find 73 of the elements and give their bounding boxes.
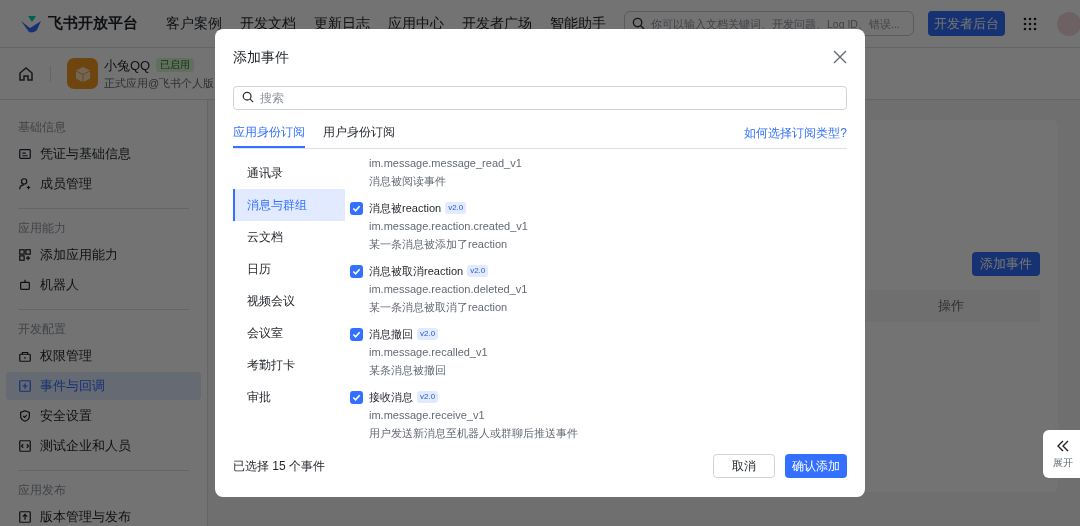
app-subtitle: 正式应用@飞书个人版: [104, 76, 215, 91]
console-button[interactable]: 开发者后台: [928, 11, 1005, 36]
version-badge: v2.0: [417, 328, 439, 340]
sidebar-item[interactable]: 版本管理与发布: [6, 503, 201, 526]
version-badge: v2.0: [417, 391, 439, 403]
event-code: im.message.message_read_v1: [369, 157, 523, 171]
search-field[interactable]: 搜索: [233, 86, 847, 110]
brand-name[interactable]: 飞书开放平台: [48, 12, 138, 35]
double-chevron-left-icon: [1056, 438, 1070, 453]
search-icon: [632, 16, 645, 30]
sidebar-item[interactable]: 事件与回调: [6, 372, 201, 400]
code-icon: [18, 439, 32, 453]
event-name: 消息被reaction: [369, 200, 442, 216]
sidebar-item[interactable]: 添加应用能力: [6, 241, 201, 269]
category-item[interactable]: 审批: [233, 381, 345, 413]
upload-icon: [18, 510, 32, 524]
add-event-button[interactable]: 添加事件: [972, 252, 1040, 276]
category-item[interactable]: 考勤打卡: [233, 349, 345, 381]
checkbox[interactable]: [350, 201, 363, 215]
dialog-title: 添加事件: [233, 47, 289, 67]
event-name: 接收消息: [369, 389, 413, 405]
event-description: 某一条消息被添加了reaction: [369, 237, 509, 252]
event-description: 消息被阅读事件: [369, 174, 447, 189]
event-description: 某条消息被撤回: [369, 363, 447, 378]
plus-square-icon: [18, 379, 32, 393]
help-link[interactable]: 如何选择订阅类型?: [744, 124, 847, 142]
status-badge: 已启用: [156, 58, 195, 73]
id-card-icon: [18, 147, 32, 161]
category-item[interactable]: 通讯录: [233, 157, 345, 189]
category-item[interactable]: 云文档: [233, 221, 345, 253]
close-icon[interactable]: [833, 50, 847, 64]
apps-grid-icon[interactable]: [1023, 16, 1037, 31]
lock-icon: [18, 349, 32, 363]
event-description: 用户发送新消息至机器人或群聊后推送事件: [369, 426, 579, 441]
subscription-tab[interactable]: 应用身份订阅: [233, 118, 305, 148]
version-badge: v2.0: [445, 202, 467, 214]
event-code: im.message.reaction.created_v1: [369, 219, 529, 234]
category-item[interactable]: 会议室: [233, 317, 345, 349]
selected-count: 已选择 15 个事件: [233, 458, 325, 475]
event-name: 消息被取消reaction: [369, 263, 464, 279]
category-item[interactable]: 日历: [233, 253, 345, 285]
category-item[interactable]: 视频会议: [233, 285, 345, 317]
user-add-icon: [18, 177, 32, 191]
robot-icon: [18, 278, 32, 292]
expand-tab[interactable]: 展开: [1043, 430, 1080, 478]
sidebar-item[interactable]: 机器人: [6, 271, 201, 299]
category-item[interactable]: 消息与群组: [233, 189, 345, 221]
app-name: 小兔QQ: [104, 56, 151, 75]
checkbox[interactable]: [350, 327, 363, 341]
event-name: 消息撤回: [369, 326, 413, 342]
sidebar-item[interactable]: 权限管理: [6, 342, 201, 370]
checkbox[interactable]: [350, 390, 363, 404]
event-code: im.message.receive_v1: [369, 408, 486, 423]
sidebar-item[interactable]: 成员管理: [6, 170, 201, 198]
cancel-button[interactable]: 取消: [713, 454, 775, 478]
version-badge: v2.0: [467, 265, 489, 277]
nav-link[interactable]: 客户案例: [166, 13, 222, 34]
logo-icon: [20, 14, 42, 33]
search-icon: [242, 91, 254, 103]
event-code: im.message.recalled_v1: [369, 345, 489, 360]
app-icon: [67, 58, 98, 89]
shield-icon: [18, 409, 32, 423]
grid-add-icon: [18, 248, 32, 262]
sidebar-item[interactable]: 测试企业和人员: [6, 432, 201, 460]
event-code: im.message.reaction.deleted_v1: [369, 282, 529, 297]
sidebar-item[interactable]: 安全设置: [6, 402, 201, 430]
sidebar-item[interactable]: 凭证与基础信息: [6, 140, 201, 168]
event-description: 某一条消息被取消了reaction: [369, 300, 509, 315]
subscription-tab[interactable]: 用户身份订阅: [323, 118, 395, 148]
confirm-button[interactable]: 确认添加: [785, 454, 847, 478]
checkbox[interactable]: [350, 264, 363, 278]
home-icon[interactable]: [18, 65, 34, 82]
column-header: 操作: [938, 297, 964, 316]
